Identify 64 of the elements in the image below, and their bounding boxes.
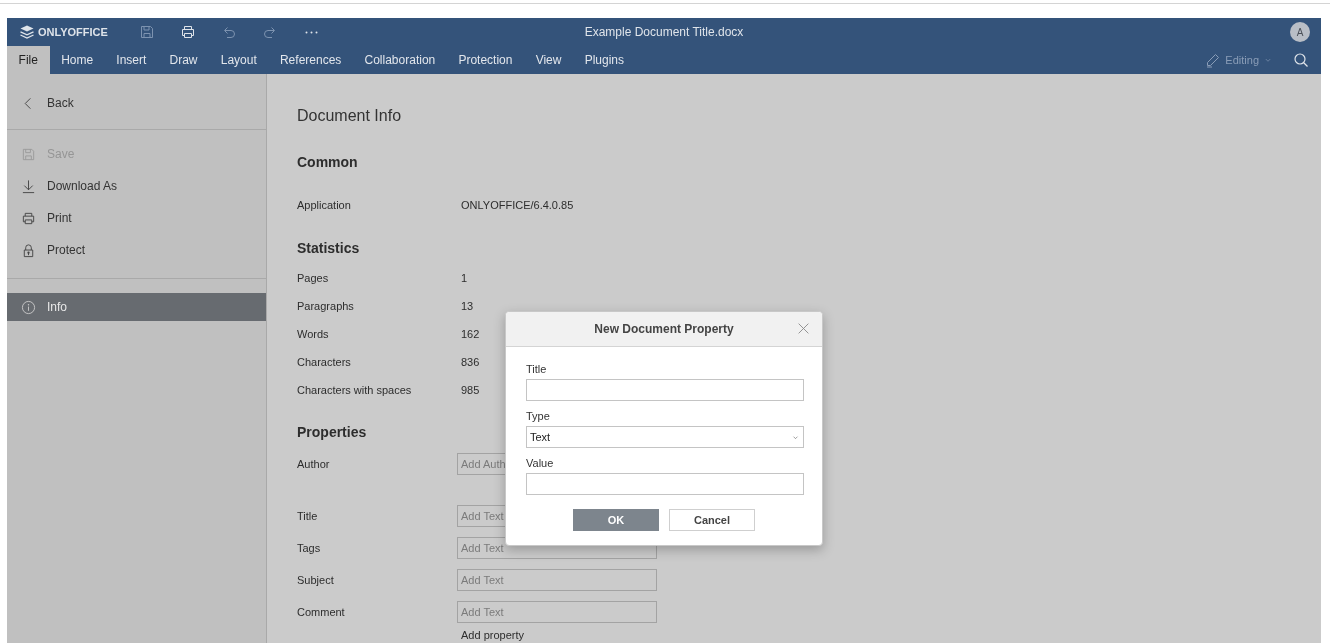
info-value: ONLYOFFICE/6.4.0.85 — [461, 199, 574, 211]
info-label: Paragraphs — [297, 300, 355, 312]
pencil-icon — [1205, 52, 1222, 68]
property-field[interactable]: Add Text — [457, 601, 657, 623]
property-label: Comment — [297, 606, 346, 618]
add-property-link[interactable]: Add property — [461, 629, 524, 641]
sidebar-item[interactable]: Info — [7, 293, 266, 321]
info-label: Characters with spaces — [297, 384, 413, 396]
menu-tab[interactable]: View — [524, 46, 574, 74]
property-label: Author — [297, 458, 331, 470]
info-value: 836 — [461, 356, 480, 368]
undo-icon — [221, 24, 238, 40]
info-value: 985 — [461, 384, 480, 396]
section-title: Properties — [297, 424, 367, 442]
field-label: Value — [526, 457, 555, 471]
info-value: 1 — [461, 272, 468, 284]
text-field[interactable] — [526, 379, 804, 401]
property-label: Tags — [297, 542, 322, 554]
sidebar-item[interactable]: Back — [7, 74, 266, 132]
menu-tab[interactable]: Layout — [209, 46, 269, 74]
sidebar-item[interactable]: Download As — [7, 170, 266, 202]
menu-tab[interactable]: References — [268, 46, 353, 74]
padlock-icon — [21, 242, 36, 258]
type-dropdown[interactable]: Text — [526, 426, 804, 448]
printer-icon — [180, 24, 197, 40]
field-label: Title — [526, 363, 548, 377]
menu-tab[interactable]: Home — [49, 46, 105, 74]
menu-tab[interactable]: Collaboration — [352, 46, 447, 74]
info-icon — [21, 299, 36, 315]
dialog-title: New Document Property — [594, 322, 734, 336]
info-value: 162 — [461, 328, 480, 340]
page-heading: Document Info — [297, 107, 403, 126]
property-field[interactable]: Add Text — [457, 569, 657, 591]
section-title: Common — [297, 154, 358, 172]
menu-tab[interactable]: Plugins — [573, 46, 636, 74]
app-logo: ONLYOFFICE — [19, 24, 108, 40]
menu-tab[interactable]: File — [7, 46, 50, 74]
save-icon — [139, 24, 156, 40]
sidebar-item[interactable]: Protect — [7, 234, 266, 266]
section-title: Statistics — [297, 240, 360, 258]
menu-tab[interactable]: Protection — [446, 46, 525, 74]
sidebar-item[interactable]: Print — [7, 202, 266, 234]
layers-icon — [19, 24, 35, 40]
user-avatar[interactable]: A — [1290, 22, 1310, 42]
ok-button[interactable]: OK — [573, 509, 659, 531]
info-label: Characters — [297, 356, 352, 368]
menu-tab[interactable]: Insert — [104, 46, 158, 74]
printer-icon — [21, 210, 36, 226]
search-icon[interactable] — [1293, 52, 1309, 68]
info-value: 13 — [461, 300, 474, 312]
more-icon — [304, 30, 318, 34]
text-field[interactable] — [526, 473, 804, 495]
property-label: Subject — [297, 574, 335, 586]
close-icon[interactable] — [797, 322, 810, 335]
document-title: Example Document Title.docx — [584, 25, 744, 39]
download-icon — [21, 178, 36, 194]
cancel-button[interactable]: Cancel — [669, 509, 755, 531]
field-label: Type — [526, 410, 551, 424]
info-label: Pages — [297, 272, 330, 284]
property-label: Title — [297, 510, 319, 522]
info-label: Application — [297, 199, 352, 211]
info-label: Words — [297, 328, 330, 340]
save-icon — [21, 146, 36, 162]
menu-tab[interactable]: Draw — [157, 46, 210, 74]
